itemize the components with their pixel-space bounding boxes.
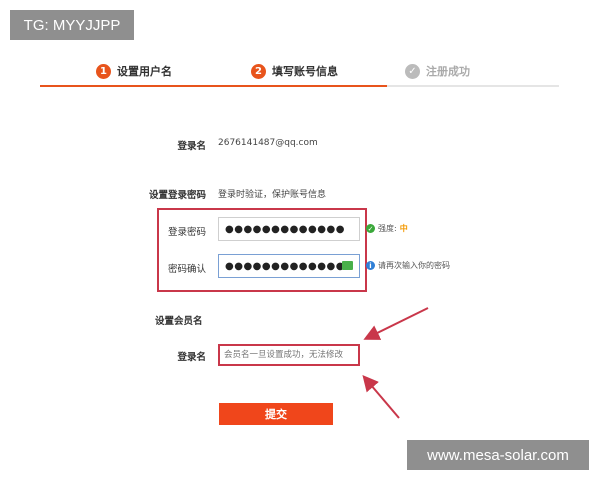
arrow-bottom — [362, 374, 400, 419]
arrow-top — [363, 307, 429, 340]
submit-button[interactable]: 提交 — [219, 403, 333, 425]
